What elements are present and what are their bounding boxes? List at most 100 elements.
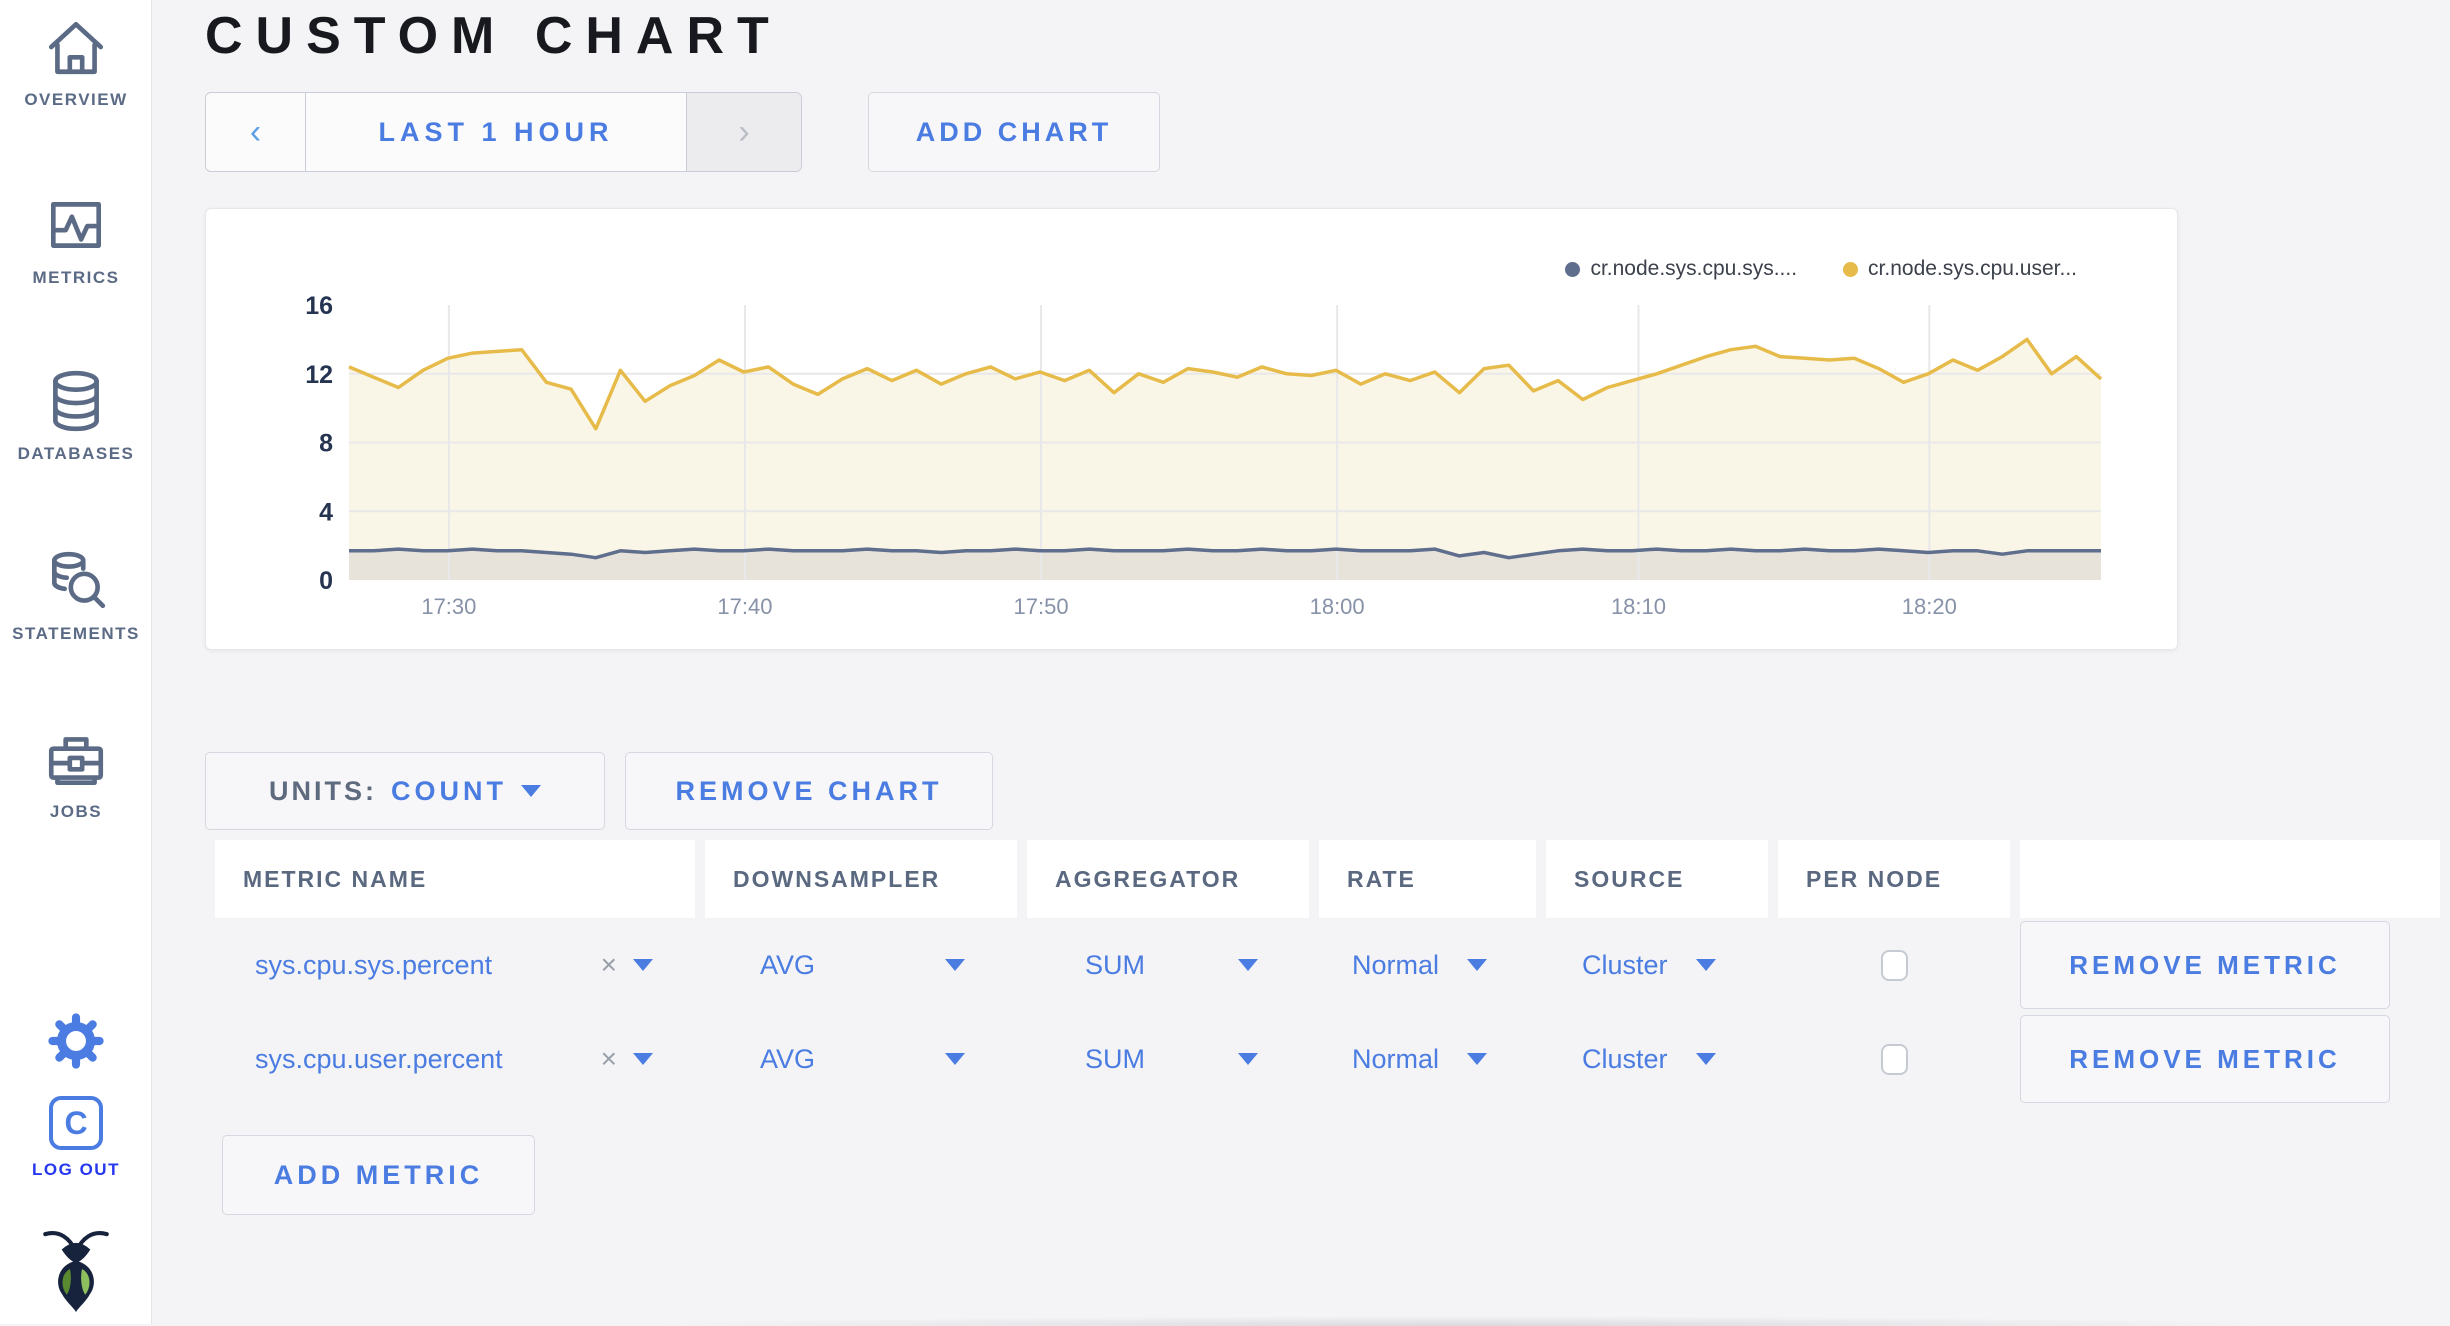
clear-metric-icon[interactable]: × [601,949,617,981]
svg-text:17:50: 17:50 [1014,594,1069,619]
svg-text:16: 16 [305,292,333,320]
sidebar-item-overview[interactable]: OVERVIEW [0,14,152,110]
svg-text:4: 4 [319,498,333,526]
home-icon [0,14,152,80]
page-title: CUSTOM CHART [205,7,782,65]
time-prev-button[interactable]: ‹ [206,93,306,171]
source-dropdown[interactable]: Cluster [1546,1012,1768,1106]
aggregator-value: SUM [1085,1043,1145,1074]
rate-value: Normal [1352,949,1440,980]
chart-legend: cr.node.sys.cpu.sys.... cr.node.sys.cpu.… [1565,257,2077,281]
add-metric-button[interactable]: ADD METRIC [222,1135,535,1215]
sidebar-item-label: OVERVIEW [24,90,128,109]
svg-text:18:00: 18:00 [1310,594,1365,619]
sidebar-item-label: METRICS [32,268,120,287]
svg-text:17:40: 17:40 [717,594,772,619]
sidebar-item-databases[interactable]: DATABASES [0,368,152,464]
sidebar-item-label: STATEMENTS [12,624,140,643]
metrics-icon [0,192,152,258]
chevron-down-icon [1467,959,1487,971]
rate-dropdown[interactable]: Normal [1319,1012,1536,1106]
downsampler-dropdown[interactable]: AVG [705,918,1017,1012]
source-value: Cluster [1582,1043,1668,1074]
table-row: sys.cpu.user.percent × AVG SUM Normal Cl… [215,1012,2440,1106]
metrics-table-header: METRIC NAME DOWNSAMPLER AGGREGATOR RATE … [215,840,2440,918]
per-node-checkbox[interactable] [1880,1043,1908,1075]
col-header-aggregator: AGGREGATOR [1027,840,1309,918]
sidebar-item-jobs[interactable]: JOBS [0,726,152,822]
legend-dot-sys [1565,261,1581,277]
rate-dropdown[interactable]: Normal [1319,918,1536,1012]
table-row: sys.cpu.sys.percent × AVG SUM Normal Clu… [215,918,2440,1012]
col-header-source: SOURCE [1546,840,1768,918]
col-header-downsampler: DOWNSAMPLER [705,840,1017,918]
chevron-down-icon [945,959,965,971]
svg-text:18:20: 18:20 [1902,594,1957,619]
per-node-checkbox[interactable] [1880,949,1908,981]
chevron-left-icon: ‹ [249,112,262,151]
units-label: UNITS: [269,775,377,806]
legend-item-user[interactable]: cr.node.sys.cpu.user... [1843,257,2077,281]
time-range-selector: ‹ LAST 1 HOUR › [205,92,802,172]
sidebar: OVERVIEW METRICS DATABASES STATEMENTS JO… [0,0,152,1324]
cockroach-c-icon: C [49,1096,103,1150]
settings-button[interactable] [0,1012,152,1070]
col-header-actions [2020,840,2440,918]
chevron-right-icon: › [738,112,750,151]
sidebar-item-label: DATABASES [17,444,135,463]
aggregator-value: SUM [1085,949,1145,980]
legend-dot-user [1843,261,1859,277]
legend-item-sys[interactable]: cr.node.sys.cpu.sys.... [1565,257,1797,281]
clear-metric-icon[interactable]: × [601,1043,617,1075]
chevron-down-icon [1467,1053,1487,1065]
rate-value: Normal [1352,1043,1440,1074]
chevron-down-icon [1696,959,1716,971]
col-header-metric-name: METRIC NAME [215,840,695,918]
legend-label: cr.node.sys.cpu.user... [1868,257,2077,280]
chevron-down-icon [633,1053,653,1065]
database-icon [0,368,152,434]
main-content: CUSTOM CHART ‹ LAST 1 HOUR › ADD CHART 0… [152,0,2450,1326]
svg-text:12: 12 [305,361,333,389]
metric-name-dropdown[interactable]: sys.cpu.user.percent [255,1044,503,1075]
chevron-down-icon [1696,1053,1716,1065]
legend-label: cr.node.sys.cpu.sys.... [1590,257,1798,280]
svg-text:0: 0 [319,567,333,595]
col-header-per-node: PER NODE [1778,840,2010,918]
add-chart-button[interactable]: ADD CHART [868,92,1160,172]
downsampler-value: AVG [760,1043,816,1074]
logout-label: LOG OUT [32,1160,120,1179]
chart-card: 0 4 8 12 16 17:30 17:40 17:50 18:00 18:10 18:20 cr… [205,208,2178,650]
gear-icon [0,1012,152,1070]
statements-icon [0,548,152,614]
remove-metric-button[interactable]: REMOVE METRIC [2020,921,2390,1009]
sidebar-item-metrics[interactable]: METRICS [0,192,152,288]
aggregator-dropdown[interactable]: SUM [1027,1012,1309,1106]
chevron-down-icon [1238,959,1258,971]
downsampler-value: AVG [760,949,816,980]
sidebar-item-label: JOBS [49,802,103,821]
aggregator-dropdown[interactable]: SUM [1027,918,1309,1012]
svg-text:18:10: 18:10 [1611,594,1666,619]
units-dropdown[interactable]: UNITS: COUNT [205,752,605,830]
time-next-button[interactable]: › [686,93,801,171]
chevron-down-icon [633,959,653,971]
metric-name-dropdown[interactable]: sys.cpu.sys.percent [255,950,492,981]
jobs-icon [0,726,152,792]
source-dropdown[interactable]: Cluster [1546,918,1768,1012]
scroll-shadow [652,1316,2272,1326]
svg-text:17:30: 17:30 [421,594,476,619]
remove-metric-button[interactable]: REMOVE METRIC [2020,1015,2390,1103]
svg-text:8: 8 [319,430,333,458]
chevron-down-icon [945,1053,965,1065]
chevron-down-icon [1238,1053,1258,1065]
sidebar-item-statements[interactable]: STATEMENTS [0,548,152,644]
remove-chart-button[interactable]: REMOVE CHART [625,752,993,830]
logout-button[interactable]: C LOG OUT [0,1096,152,1180]
downsampler-dropdown[interactable]: AVG [705,1012,1017,1106]
col-header-rate: RATE [1319,840,1536,918]
time-range-dropdown[interactable]: LAST 1 HOUR [306,93,686,171]
cockroach-logo [0,1228,152,1312]
source-value: Cluster [1582,949,1668,980]
units-value: COUNT [391,775,507,806]
